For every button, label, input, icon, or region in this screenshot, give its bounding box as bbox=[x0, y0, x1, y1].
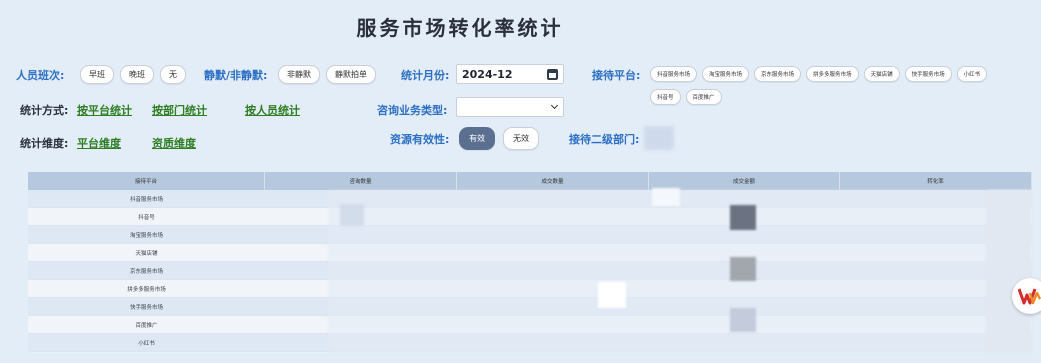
stats-table: 接待平台 咨询数量 成交数量 成交金额 转化率 抖音服务市场 抖音号 淘宝服务市… bbox=[28, 172, 1032, 353]
dimension-qualification-link[interactable]: 资质维度 bbox=[152, 135, 196, 151]
redacted-values bbox=[328, 190, 1028, 353]
column-header-platform: 接待平台 bbox=[28, 172, 265, 190]
platform-cell: 京东服务市场 bbox=[129, 268, 163, 275]
platform-label: 接待平台: bbox=[592, 69, 641, 82]
calendar-icon[interactable] bbox=[547, 68, 558, 80]
platform-cell: 小红书 bbox=[138, 340, 155, 347]
platform-option[interactable]: 京东服务市场 bbox=[754, 66, 802, 82]
shift-filter: 人员班次: bbox=[16, 67, 64, 83]
platform-option[interactable]: 拼多多服务市场 bbox=[806, 66, 859, 82]
dimension-label: 统计维度: bbox=[20, 137, 69, 150]
platform-option[interactable]: 天猫店铺 bbox=[863, 66, 900, 82]
platform-option[interactable]: 小红书 bbox=[956, 66, 988, 82]
platform-option[interactable]: 抖音号 bbox=[650, 89, 681, 105]
silent-label: 静默/非静默: bbox=[204, 69, 268, 82]
month-value: 2024-12 bbox=[462, 67, 513, 81]
consult-type-select[interactable] bbox=[456, 97, 564, 117]
redacted-block bbox=[652, 188, 680, 206]
redacted-block bbox=[730, 205, 756, 230]
platform-cell: 抖音号 bbox=[138, 214, 155, 221]
dept2-label: 接待二级部门: bbox=[569, 133, 640, 146]
silent-option-nonsilent[interactable]: 非静默 bbox=[278, 65, 320, 84]
redacted-block bbox=[730, 257, 756, 281]
month-label: 统计月份: bbox=[401, 69, 450, 82]
redacted-block bbox=[598, 282, 626, 308]
shift-option-night[interactable]: 晚班 bbox=[120, 65, 154, 84]
w-logo-icon[interactable] bbox=[1012, 278, 1041, 314]
chevron-down-icon bbox=[550, 101, 559, 110]
column-header-deal-count: 成交数量 bbox=[457, 172, 649, 190]
platform-cell: 百度推广 bbox=[135, 322, 158, 329]
platform-cell: 抖音服务市场 bbox=[129, 196, 163, 203]
redacted-block bbox=[986, 190, 1032, 353]
platform-cell: 淘宝服务市场 bbox=[129, 232, 163, 239]
platform-option[interactable]: 百度推广 bbox=[685, 89, 722, 105]
w-logo-glyph bbox=[1018, 288, 1041, 305]
validity-option-invalid[interactable]: 无效 bbox=[503, 127, 539, 150]
method-by-platform-link[interactable]: 按平台统计 bbox=[77, 102, 132, 118]
column-header-consult-count: 咨询数量 bbox=[265, 172, 457, 190]
method-by-person-link[interactable]: 按人员统计 bbox=[245, 102, 300, 118]
month-picker[interactable]: 2024-12 bbox=[456, 64, 564, 84]
validity-label: 资源有效性: bbox=[390, 133, 450, 146]
shift-option-morning[interactable]: 早班 bbox=[80, 65, 114, 84]
method-label: 统计方式: bbox=[20, 104, 69, 117]
platform-cell: 天猫店铺 bbox=[135, 250, 158, 257]
platform-option[interactable]: 快手服务市场 bbox=[904, 66, 952, 82]
method-by-dept-link[interactable]: 按部门统计 bbox=[152, 102, 207, 118]
validity-option-valid[interactable]: 有效 bbox=[459, 127, 495, 150]
redacted-block bbox=[340, 204, 364, 226]
silent-options: 非静默 静默拍单 bbox=[278, 65, 376, 84]
column-header-conversion-rate: 转化率 bbox=[840, 172, 1032, 190]
platform-option[interactable]: 淘宝服务市场 bbox=[702, 66, 750, 82]
page-title: 服务市场转化率统计 bbox=[356, 16, 564, 40]
table-header: 接待平台 咨询数量 成交数量 成交金额 转化率 bbox=[28, 172, 1032, 190]
platform-options: 抖音服务市场 淘宝服务市场 京东服务市场 拼多多服务市场 天猫店铺 快手服务市场… bbox=[650, 66, 1040, 82]
shift-options: 早班 晚班 无 bbox=[80, 65, 186, 84]
platform-cell: 拼多多服务市场 bbox=[127, 286, 166, 293]
validity-options: 有效 无效 bbox=[459, 127, 539, 150]
platform-option[interactable]: 抖音服务市场 bbox=[650, 66, 698, 82]
dept2-redacted bbox=[644, 126, 674, 150]
dimension-platform-link[interactable]: 平台维度 bbox=[77, 135, 121, 151]
consult-type-label: 咨询业务类型: bbox=[377, 104, 448, 117]
platform-options-row2: 抖音号 百度推广 bbox=[650, 89, 722, 105]
shift-option-none[interactable]: 无 bbox=[160, 65, 186, 84]
redacted-block bbox=[730, 308, 756, 332]
platform-cell: 快手服务市场 bbox=[129, 304, 163, 311]
silent-option-silent-order[interactable]: 静默拍单 bbox=[326, 65, 376, 84]
shift-label: 人员班次: bbox=[16, 69, 65, 82]
